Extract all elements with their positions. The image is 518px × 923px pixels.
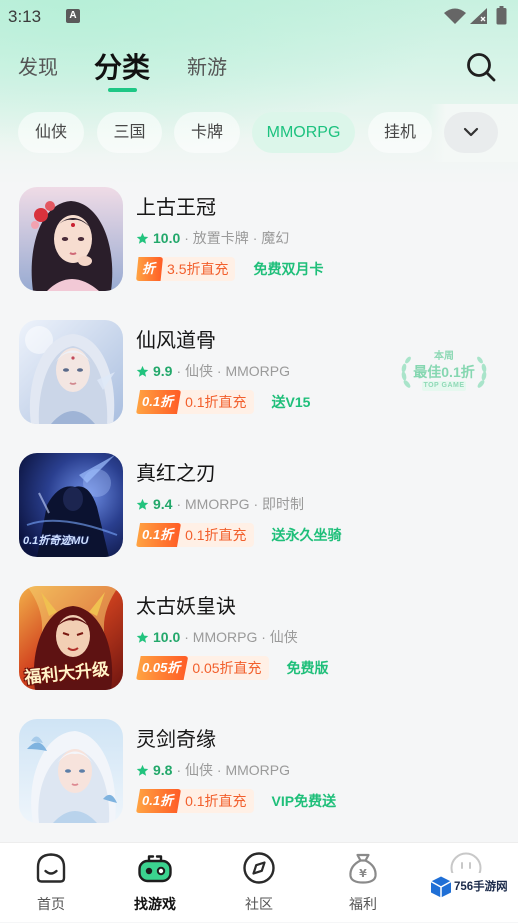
tab-discover[interactable]: 发现 <box>18 54 58 82</box>
perk-text: 送永久坐骑 <box>271 527 342 543</box>
chevron-down-icon <box>463 127 479 137</box>
game-tags: · MMORPG · 即时制 <box>176 496 305 512</box>
expand-categories-button[interactable] <box>444 112 498 153</box>
discount-badge: 折 <box>136 257 164 281</box>
game-title: 太古妖皇诀 <box>136 596 236 618</box>
game-icon-image <box>19 187 123 291</box>
rating-score: 9.9 <box>153 363 173 379</box>
discount-text: 0.1折直充 <box>178 789 254 813</box>
featured-title: 最佳0.1折 <box>413 364 475 380</box>
notification-glyph: A <box>69 10 77 21</box>
game-list-item[interactable]: 上古王冠 10.0 · 放置卡牌 · 魔幻 折 3.5折直充 免费双月卡 <box>0 187 518 307</box>
chip-mmorpg[interactable]: MMORPG <box>252 112 355 153</box>
promo-row: 0.1折 0.1折直充 VIP免费送 <box>136 789 336 813</box>
featured-week-label: 本周 <box>434 351 454 362</box>
promo-row: 0.1折 0.1折直充 送永久坐骑 <box>136 523 342 547</box>
game-tags: · 放置卡牌 · 魔幻 <box>184 230 290 246</box>
game-tags: · 仙侠 · MMORPG <box>176 363 291 379</box>
rating-row: 9.8 · 仙侠 · MMORPG <box>136 760 290 780</box>
nav-home[interactable]: 首页 <box>0 843 103 923</box>
cube-logo-icon <box>430 876 452 898</box>
watermark-logo: 756手游网 <box>427 873 516 901</box>
discount-badge: 0.1折 <box>136 523 182 547</box>
discount-badge: 0.1折 <box>136 390 182 414</box>
promo-row: 0.1折 0.1折直充 送V15 <box>136 390 310 414</box>
status-time: 3:13 <box>8 7 42 26</box>
rating-score: 9.8 <box>153 762 173 778</box>
star-icon <box>136 764 149 776</box>
game-artwork <box>19 187 123 291</box>
perk-text: VIP免费送 <box>271 793 337 809</box>
nav-home-label: 首页 <box>37 896 65 912</box>
nav-find-games[interactable]: 找游戏 <box>103 843 207 923</box>
discount-badge: 0.1折 <box>136 789 182 813</box>
status-bar: 3:13 A <box>0 0 518 32</box>
game-title: 仙风道骨 <box>136 330 216 352</box>
game-tags: · 仙侠 · MMORPG <box>176 762 291 778</box>
nav-welfare[interactable]: ¥ 福利 <box>311 843 415 923</box>
nav-community-label: 社区 <box>245 896 273 912</box>
featured-subtitle: TOP GAME <box>423 382 465 389</box>
discount-text: 0.1折直充 <box>178 390 254 414</box>
watermark-text: 756手游网 <box>454 881 508 893</box>
game-tags: · MMORPG · 仙侠 <box>184 629 298 645</box>
promo-row: 折 3.5折直充 免费双月卡 <box>136 257 323 281</box>
featured-weekly-badge: 本周 最佳0.1折 TOP GAME <box>400 351 488 394</box>
notification-a-icon: A <box>66 9 80 23</box>
game-icon-image: 0.1折奇迹MU <box>19 453 123 557</box>
game-title: 上古王冠 <box>136 197 216 219</box>
promo-row: 0.05折 0.05折直充 免费版 <box>136 656 329 680</box>
nav-welfare-label: 福利 <box>349 896 377 912</box>
rating-score: 10.0 <box>153 230 181 246</box>
rating-row: 9.4 · MMORPG · 即时制 <box>136 494 304 514</box>
discount-text: 0.1折直充 <box>178 523 254 547</box>
rating-row: 10.0 · MMORPG · 仙侠 <box>136 627 298 647</box>
search-icon[interactable] <box>465 51 497 83</box>
star-icon <box>136 232 149 244</box>
game-artwork <box>19 719 123 823</box>
tab-categories[interactable]: 分类 <box>94 48 150 88</box>
perk-text: 送V15 <box>271 394 311 410</box>
game-title: 灵剑奇缘 <box>136 729 216 751</box>
star-icon <box>136 631 149 643</box>
star-icon <box>136 365 149 377</box>
game-icon-image <box>19 719 123 823</box>
game-list-item[interactable]: 福利大升级 太古妖皇诀 10.0 · MMORPG · 仙侠 0.05折 0.0… <box>0 586 518 706</box>
compass-icon <box>243 852 275 884</box>
discount-badge: 0.05折 <box>136 656 189 680</box>
discount-text: 0.05折直充 <box>185 656 269 680</box>
game-icon-image <box>19 320 123 424</box>
perk-text: 免费版 <box>286 660 329 676</box>
perk-text: 免费双月卡 <box>253 261 324 277</box>
tab-new-games[interactable]: 新游 <box>187 54 227 82</box>
signal-icon <box>470 8 487 24</box>
game-title: 真红之刃 <box>136 463 216 485</box>
wifi-icon <box>444 8 466 24</box>
chip-three-kingdoms[interactable]: 三国 <box>97 112 162 153</box>
header-tabs <box>0 40 518 100</box>
rating-score: 10.0 <box>153 629 181 645</box>
home-icon <box>36 853 66 883</box>
chip-idle[interactable]: 挂机 <box>368 112 432 153</box>
active-tab-indicator <box>108 88 137 92</box>
chip-card[interactable]: 卡牌 <box>174 112 240 153</box>
gamepad-icon <box>138 855 172 883</box>
nav-find-games-label: 找游戏 <box>134 896 176 912</box>
game-list-item[interactable]: 0.1折奇迹MU 真红之刃 9.4 · MMORPG · 即时制 0.1折 0.… <box>0 453 518 573</box>
nav-community[interactable]: 社区 <box>207 843 311 923</box>
star-icon <box>136 498 149 510</box>
artwork-caption: 0.1折奇迹MU <box>23 535 89 547</box>
game-list-item[interactable]: 仙风道骨 9.9 · 仙侠 · MMORPG 0.1折 0.1折直充 送V15 … <box>0 320 518 440</box>
rating-score: 9.4 <box>153 496 173 512</box>
game-artwork <box>19 320 123 424</box>
battery-icon <box>496 6 507 25</box>
game-icon-image: 福利大升级 <box>19 586 123 690</box>
rating-row: 10.0 · 放置卡牌 · 魔幻 <box>136 228 289 248</box>
money-bag-icon: ¥ <box>349 853 377 884</box>
chip-xianxia[interactable]: 仙侠 <box>18 112 84 153</box>
money-bag-glyph: ¥ <box>359 867 367 880</box>
discount-text: 3.5折直充 <box>160 257 236 281</box>
rating-row: 9.9 · 仙侠 · MMORPG <box>136 361 290 381</box>
game-list-item[interactable]: 灵剑奇缘 9.8 · 仙侠 · MMORPG 0.1折 0.1折直充 VIP免费… <box>0 719 518 839</box>
